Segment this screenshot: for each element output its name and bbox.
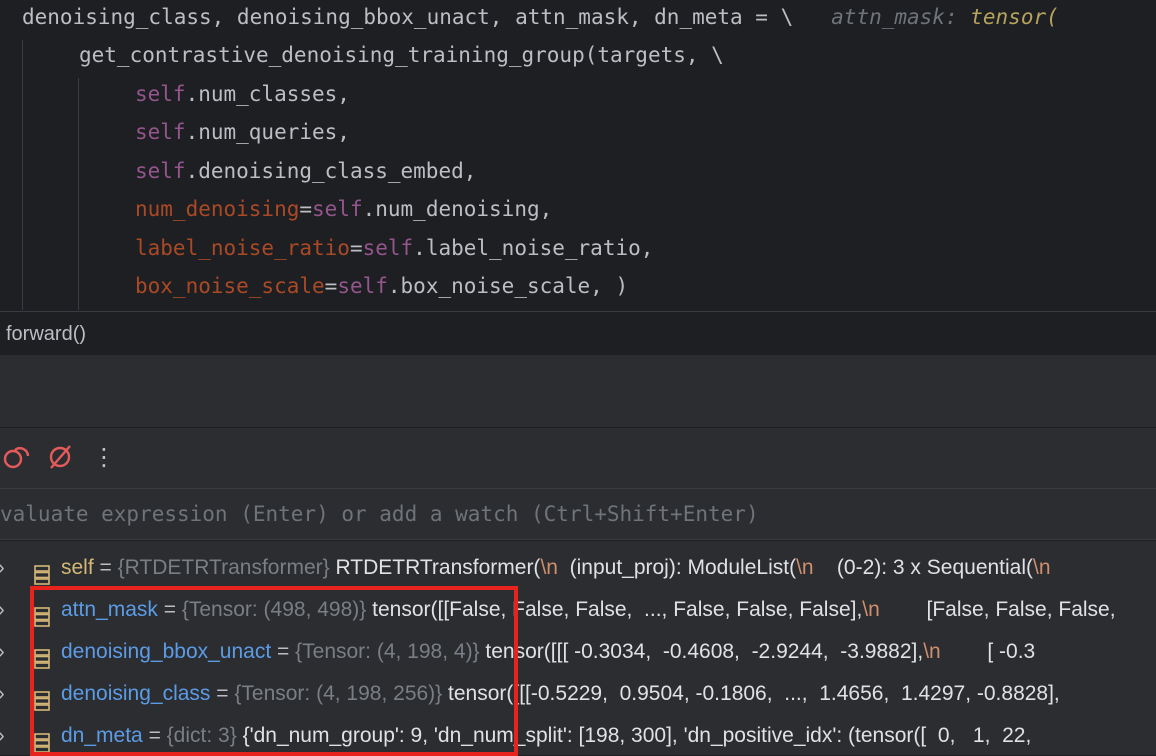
- variable-text: dn_meta = {dict: 3} {'dn_num_group': 9, …: [61, 715, 1031, 755]
- code-token: =: [324, 274, 338, 298]
- equals-sign: =: [210, 682, 235, 705]
- code-line[interactable]: denoising_class, denoising_bbox_unact, a…: [22, 0, 1059, 36]
- indent-guide: [22, 40, 23, 310]
- expand-chevron-icon[interactable]: ›: [0, 589, 14, 631]
- inline-value-hint: tensor(: [970, 5, 1059, 29]
- disable-breakpoints-icon[interactable]: [45, 442, 75, 472]
- variable-value: \n: [1033, 556, 1051, 579]
- breadcrumb-function[interactable]: forward(): [6, 323, 86, 345]
- panel-spacer: [0, 355, 1156, 427]
- variable-name: self: [61, 556, 94, 579]
- code-line[interactable]: box_noise_scale=self.box_noise_scale, ): [135, 267, 628, 305]
- variable-row[interactable]: › denoising_bbox_unact = {Tensor: (4, 198…: [0, 631, 1156, 673]
- code-line[interactable]: get_contrastive_denoising_training_group…: [79, 36, 724, 74]
- code-token: self: [135, 159, 186, 183]
- variable-name: attn_mask: [61, 598, 158, 621]
- code-line[interactable]: label_noise_ratio=self.label_noise_ratio…: [135, 229, 653, 267]
- code-token: .box_noise_scale, ): [387, 274, 629, 298]
- equals-sign: =: [93, 556, 118, 579]
- variable-type: {dict: 3}: [166, 724, 237, 747]
- equals-sign: =: [271, 640, 296, 663]
- code-token: self: [362, 236, 414, 260]
- variable-value: [False, False, False,: [879, 598, 1116, 621]
- field-icon: [34, 684, 50, 711]
- variable-row[interactable]: › denoising_class = {Tensor: (4, 198, 256…: [0, 673, 1156, 715]
- inline-value-hint: attn_mask:: [793, 5, 971, 29]
- variable-value: (0-2): 3 x Sequential(: [813, 556, 1034, 579]
- variable-value: RTDETRTransformer(: [329, 556, 541, 579]
- variable-row[interactable]: › dn_meta = {dict: 3} {'dn_num_group': 9,…: [0, 715, 1156, 755]
- variable-text: denoising_bbox_unact = {Tensor: (4, 198,…: [61, 631, 1035, 673]
- variable-name: denoising_class: [61, 682, 211, 705]
- variable-value: {'dn_num_group': 9, 'dn_num_split': [198…: [236, 724, 1032, 747]
- variable-text: denoising_class = {Tensor: (4, 198, 256)…: [61, 673, 1060, 715]
- code-token: =: [349, 236, 363, 260]
- evaluate-bar: [0, 488, 1156, 540]
- variable-value: \n: [540, 556, 558, 579]
- variable-name: dn_meta: [61, 724, 143, 747]
- variable-value: tensor([[False, False, False, ..., False…: [366, 598, 863, 621]
- code-token: .num_queries,: [185, 120, 350, 144]
- field-icon: [34, 600, 50, 627]
- variable-type: {Tensor: (4, 198, 4)}: [295, 640, 480, 663]
- variable-value: \n: [923, 640, 941, 663]
- mute-breakpoints-icon[interactable]: [2, 442, 32, 472]
- code-token: get_contrastive_denoising_training_group…: [79, 43, 724, 67]
- code-token: .num_denoising,: [362, 197, 553, 221]
- code-token: self: [135, 120, 186, 144]
- breadcrumb[interactable]: forward(): [0, 311, 1156, 355]
- field-icon: [34, 642, 50, 669]
- code-line[interactable]: self.num_classes,: [135, 75, 350, 113]
- variable-value: \n: [796, 556, 814, 579]
- code-token: denoising_class, denoising_bbox_unact, a…: [22, 5, 794, 29]
- variable-text: self = {RTDETRTransformer} RTDETRTransfo…: [61, 547, 1051, 589]
- code-token: label_noise_ratio: [135, 236, 350, 260]
- code-token: num_denoising: [135, 197, 300, 221]
- equals-sign: =: [142, 724, 167, 747]
- variable-row[interactable]: › self = {RTDETRTransformer} RTDETRTransf…: [0, 547, 1156, 589]
- code-token: .label_noise_ratio,: [413, 236, 654, 260]
- indent-guide: [78, 78, 79, 310]
- variable-type: {RTDETRTransformer}: [117, 556, 330, 579]
- expand-chevron-icon[interactable]: ›: [0, 715, 14, 755]
- variable-value: tensor([[[ -0.3034, -0.4608, -2.9244, -3…: [479, 640, 924, 663]
- variables-panel: › self = {RTDETRTransformer} RTDETRTransf…: [0, 541, 1156, 755]
- code-token: box_noise_scale: [135, 274, 325, 298]
- more-options-icon[interactable]: ⋮: [92, 442, 122, 472]
- code-token: .num_classes,: [185, 82, 350, 106]
- debug-toolbar: ⋮: [0, 427, 1156, 488]
- equals-sign: =: [157, 598, 182, 621]
- evaluate-expression-input[interactable]: [0, 489, 1156, 539]
- variable-name: denoising_bbox_unact: [61, 640, 272, 663]
- variable-value: [ -0.3: [940, 640, 1036, 663]
- expand-chevron-icon[interactable]: ›: [0, 673, 14, 715]
- variable-type: {Tensor: (4, 198, 256)}: [234, 682, 443, 705]
- expand-chevron-icon[interactable]: ›: [0, 547, 14, 589]
- field-icon: [34, 558, 50, 585]
- code-line[interactable]: self.num_queries,: [135, 113, 350, 151]
- code-line[interactable]: self.denoising_class_embed,: [135, 152, 476, 190]
- code-token: .denoising_class_embed,: [185, 159, 477, 183]
- variable-text: attn_mask = {Tensor: (498, 498)} tensor(…: [61, 589, 1116, 631]
- expand-chevron-icon[interactable]: ›: [0, 631, 14, 673]
- code-token: self: [135, 82, 186, 106]
- code-line[interactable]: num_denoising=self.num_denoising,: [135, 190, 552, 228]
- variable-value: (input_proj): ModuleList(: [557, 556, 797, 579]
- code-token: self: [337, 274, 388, 298]
- variable-value: tensor([[[-0.5229, 0.9504, -0.1806, ...,…: [442, 682, 1060, 705]
- code-token: =: [299, 197, 313, 221]
- code-editor[interactable]: denoising_class, denoising_bbox_unact, a…: [0, 0, 1156, 310]
- variable-row[interactable]: › attn_mask = {Tensor: (498, 498)} tensor…: [0, 589, 1156, 631]
- variable-value: \n: [862, 598, 880, 621]
- variable-type: {Tensor: (498, 498)}: [181, 598, 367, 621]
- field-icon: [34, 726, 50, 753]
- code-token: self: [312, 197, 363, 221]
